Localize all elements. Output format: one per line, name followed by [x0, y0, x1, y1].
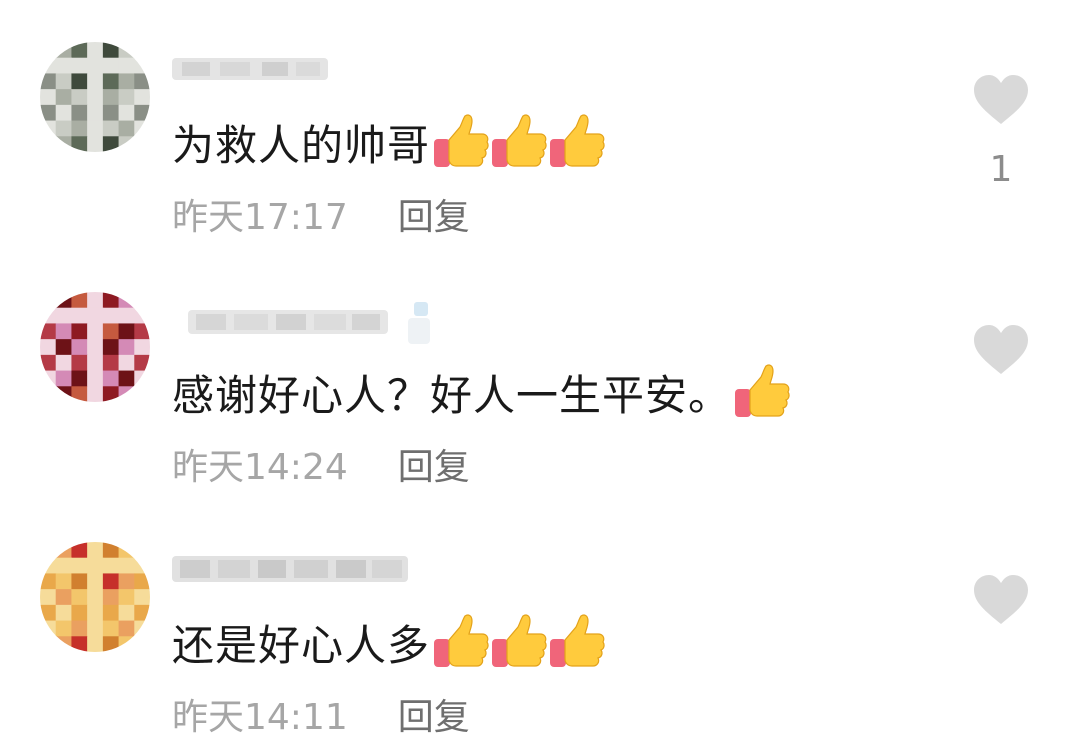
reply-button[interactable]: 回复 [398, 688, 470, 740]
reply-button[interactable]: 回复 [398, 438, 470, 490]
like-count: 1 [989, 149, 1013, 190]
thumbs-up-icon [492, 114, 547, 167]
thumbs-up-icon [492, 614, 547, 667]
comment-text-content: 还是好心人多 [172, 620, 431, 670]
heart-icon[interactable] [972, 324, 1030, 376]
thumbs-up-emoji-group [432, 113, 606, 171]
heart-icon[interactable] [972, 574, 1030, 626]
avatar-image [40, 292, 150, 402]
like-button[interactable] [968, 574, 1034, 692]
comment-text: 为救人的帅哥 [172, 112, 606, 172]
avatar[interactable] [40, 292, 150, 402]
comment-meta: 昨天14:24 回复 [172, 442, 470, 488]
avatar-image [40, 542, 150, 652]
thumbs-up-icon [550, 114, 605, 167]
comment-text: 还是好心人多 [172, 612, 606, 672]
avatar-image [40, 42, 150, 152]
comment-item: 还是好心人多 昨天14:11 回复 [0, 500, 1071, 750]
comment-time: 昨天17:17 [172, 197, 348, 238]
thumbs-up-icon [434, 614, 489, 667]
username-blur-block [188, 302, 430, 344]
comment-text: 感谢好心人？好人一生平安。 [172, 362, 791, 422]
username-blur-block [172, 58, 328, 80]
thumbs-up-emoji-group [432, 613, 606, 671]
comment-item: 为救人的帅哥 昨天17:17 回复 1 [0, 0, 1071, 250]
thumbs-up-emoji-group [733, 363, 791, 421]
avatar[interactable] [40, 42, 150, 152]
like-button[interactable]: 1 [968, 74, 1034, 192]
username-blur-block [172, 556, 408, 582]
reply-button[interactable]: 回复 [398, 188, 470, 240]
like-count [968, 398, 1034, 442]
thumbs-up-icon [735, 364, 790, 417]
comment-time: 昨天14:11 [172, 697, 348, 738]
comment-meta: 昨天14:11 回复 [172, 692, 470, 738]
like-button[interactable] [968, 324, 1034, 442]
username-blurred[interactable] [172, 302, 432, 344]
comment-meta: 昨天17:17 回复 [172, 192, 470, 238]
avatar[interactable] [40, 542, 150, 652]
comment-item: 感谢好心人？好人一生平安。 昨天14:24 回复 [0, 250, 1071, 500]
thumbs-up-icon [550, 614, 605, 667]
username-blurred[interactable] [172, 552, 412, 584]
username-blurred[interactable] [172, 52, 332, 84]
like-count [968, 648, 1034, 692]
thumbs-up-icon [434, 114, 489, 167]
comment-text-content: 为救人的帅哥 [172, 120, 431, 170]
comment-time: 昨天14:24 [172, 447, 348, 488]
comment-text-content: 感谢好心人？好人一生平安。 [172, 370, 732, 420]
heart-icon[interactable] [972, 74, 1030, 126]
